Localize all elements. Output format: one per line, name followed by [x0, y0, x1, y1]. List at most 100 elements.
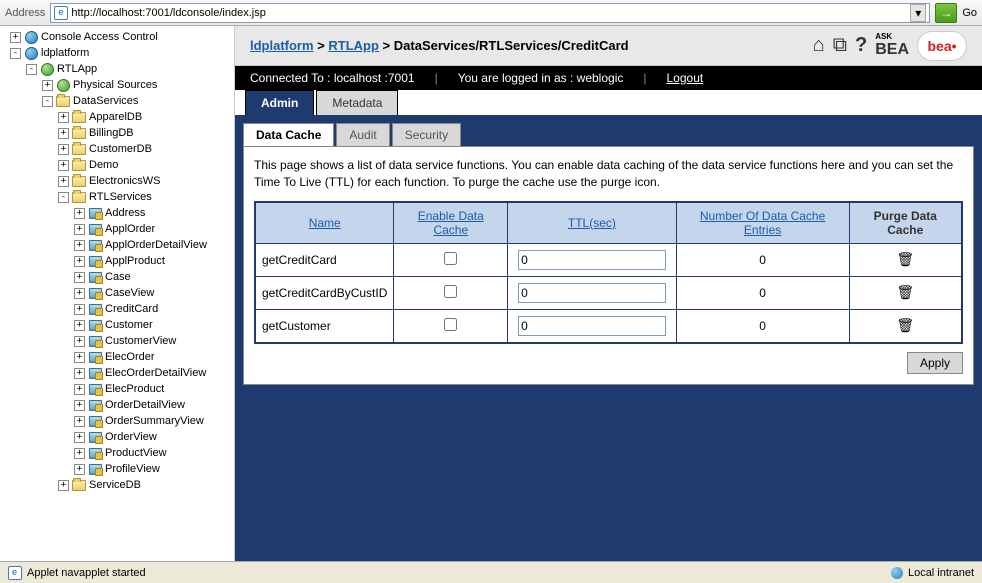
col-entries[interactable]: Number Of Data Cache Entries: [676, 202, 849, 244]
bea-badge-icon[interactable]: bea•: [917, 31, 967, 61]
cell-name: getCreditCard: [255, 243, 394, 276]
expander-icon[interactable]: +: [58, 144, 69, 155]
expander-icon[interactable]: +: [74, 256, 85, 267]
tree-label: CaseView: [105, 287, 154, 299]
apply-button[interactable]: Apply: [907, 352, 963, 374]
tree-item-physical-sources[interactable]: +Physical Sources: [0, 77, 234, 93]
enable-checkbox[interactable]: [444, 285, 457, 298]
tree-item-ordersummaryview[interactable]: +OrderSummaryView: [0, 413, 234, 429]
breadcrumb-rtlapp[interactable]: RTLApp: [328, 38, 379, 53]
tree-item-elecorder[interactable]: +ElecOrder: [0, 349, 234, 365]
enable-checkbox[interactable]: [444, 252, 457, 265]
expander-icon[interactable]: +: [74, 272, 85, 283]
url-box[interactable]: ▾: [50, 3, 930, 23]
tree-item-customer[interactable]: +Customer: [0, 317, 234, 333]
tree-item-caseview[interactable]: + CaseView: [0, 285, 234, 301]
tree-item-case[interactable]: +Case: [0, 269, 234, 285]
dataservice-icon: [89, 352, 102, 363]
ttl-input[interactable]: [518, 283, 666, 303]
home-icon[interactable]: ⌂: [813, 34, 825, 57]
expander-icon[interactable]: +: [74, 288, 85, 299]
expander-icon[interactable]: -: [26, 64, 37, 75]
go-button[interactable]: →: [935, 3, 957, 23]
logout-link[interactable]: Logout: [667, 71, 704, 85]
expander-icon[interactable]: -: [58, 192, 69, 203]
tree-item-appareldb[interactable]: +ApparelDB: [0, 109, 234, 125]
expander-icon[interactable]: +: [74, 304, 85, 315]
tree-item-servicedb[interactable]: +ServiceDB: [0, 477, 234, 493]
expander-icon[interactable]: -: [10, 48, 21, 59]
expander-icon[interactable]: +: [58, 160, 69, 171]
expander-icon[interactable]: +: [58, 112, 69, 123]
url-input[interactable]: [71, 7, 907, 19]
tree-item-billingdb[interactable]: +BillingDB: [0, 125, 234, 141]
tree-item-ldplatform[interactable]: -ldplatform: [0, 45, 234, 61]
subtab-data-cache[interactable]: Data Cache: [243, 123, 334, 146]
trash-icon[interactable]: 🗑: [896, 284, 914, 300]
tree-item-orderview[interactable]: +OrderView: [0, 429, 234, 445]
tree-item-address[interactable]: +Address: [0, 205, 234, 221]
tree-item-profileview[interactable]: + ProfileView: [0, 461, 234, 477]
folder-icon: [56, 96, 70, 107]
col-enable[interactable]: Enable Data Cache: [394, 202, 508, 244]
tree-item-customerdb[interactable]: +CustomerDB: [0, 141, 234, 157]
expander-icon[interactable]: +: [74, 224, 85, 235]
windows-icon[interactable]: ⧉: [833, 34, 847, 57]
subtab-audit[interactable]: Audit: [336, 123, 389, 146]
help-icon[interactable]: ?: [855, 34, 867, 57]
expander-icon[interactable]: -: [42, 96, 53, 107]
table-row: getCreditCard0🗑: [255, 243, 962, 276]
col-ttl[interactable]: TTL(sec): [508, 202, 676, 244]
tree-item-orderdetailview[interactable]: +OrderDetailView: [0, 397, 234, 413]
expander-icon[interactable]: +: [74, 432, 85, 443]
tree-item-dataservices[interactable]: -DataServices: [0, 93, 234, 109]
address-bar: Address ▾ → Go: [0, 0, 982, 26]
expander-icon[interactable]: +: [74, 208, 85, 219]
expander-icon[interactable]: +: [74, 368, 85, 379]
url-dropdown-button[interactable]: ▾: [910, 4, 926, 22]
breadcrumb-ldplatform[interactable]: ldplatform: [250, 38, 314, 53]
tree-item-productview[interactable]: +ProductView: [0, 445, 234, 461]
tree-item-electronicsws[interactable]: + ElectronicsWS: [0, 173, 234, 189]
enable-checkbox[interactable]: [444, 318, 457, 331]
expander-icon[interactable]: +: [58, 480, 69, 491]
expander-icon[interactable]: +: [74, 384, 85, 395]
tree-label: ElectronicsWS: [89, 175, 161, 187]
expander-icon[interactable]: +: [58, 128, 69, 139]
tree-label: ProfileView: [105, 463, 160, 475]
trash-icon[interactable]: 🗑: [896, 251, 914, 267]
expander-icon[interactable]: +: [74, 400, 85, 411]
tree-item-creditcard[interactable]: +CreditCard: [0, 301, 234, 317]
tab-metadata[interactable]: Metadata: [316, 90, 398, 115]
tree-panel[interactable]: +Console Access Control-ldplatform-RTLAp…: [0, 26, 235, 561]
tree-item-customerview[interactable]: +CustomerView: [0, 333, 234, 349]
tree-item-elecorderdetailview[interactable]: +ElecOrderDetailView: [0, 365, 234, 381]
col-name[interactable]: Name: [255, 202, 394, 244]
tree-item-applproduct[interactable]: +ApplProduct: [0, 253, 234, 269]
tree-item-elecproduct[interactable]: +ElecProduct: [0, 381, 234, 397]
ttl-input[interactable]: [518, 316, 666, 336]
expander-icon[interactable]: +: [42, 80, 53, 91]
expander-icon[interactable]: +: [74, 448, 85, 459]
expander-icon[interactable]: +: [74, 240, 85, 251]
primary-tabs: AdminMetadata: [235, 90, 982, 115]
tree-item-rtlapp[interactable]: -RTLApp: [0, 61, 234, 77]
bea-ask-logo[interactable]: ASK BEA: [875, 32, 909, 59]
folder-icon: [72, 128, 86, 139]
tree-item-rtlservices[interactable]: -RTLServices: [0, 189, 234, 205]
expander-icon[interactable]: +: [74, 336, 85, 347]
tree-item-console-access-control[interactable]: +Console Access Control: [0, 29, 234, 45]
trash-icon[interactable]: 🗑: [896, 317, 914, 333]
expander-icon[interactable]: +: [74, 464, 85, 475]
tree-item-applorder[interactable]: +ApplOrder: [0, 221, 234, 237]
expander-icon[interactable]: +: [58, 176, 69, 187]
tab-admin[interactable]: Admin: [245, 90, 314, 115]
expander-icon[interactable]: +: [74, 416, 85, 427]
ttl-input[interactable]: [518, 250, 666, 270]
subtab-security[interactable]: Security: [392, 123, 461, 146]
expander-icon[interactable]: +: [10, 32, 21, 43]
tree-item-demo[interactable]: +Demo: [0, 157, 234, 173]
tree-item-applorderdetailview[interactable]: +ApplOrderDetailView: [0, 237, 234, 253]
expander-icon[interactable]: +: [74, 352, 85, 363]
expander-icon[interactable]: +: [74, 320, 85, 331]
